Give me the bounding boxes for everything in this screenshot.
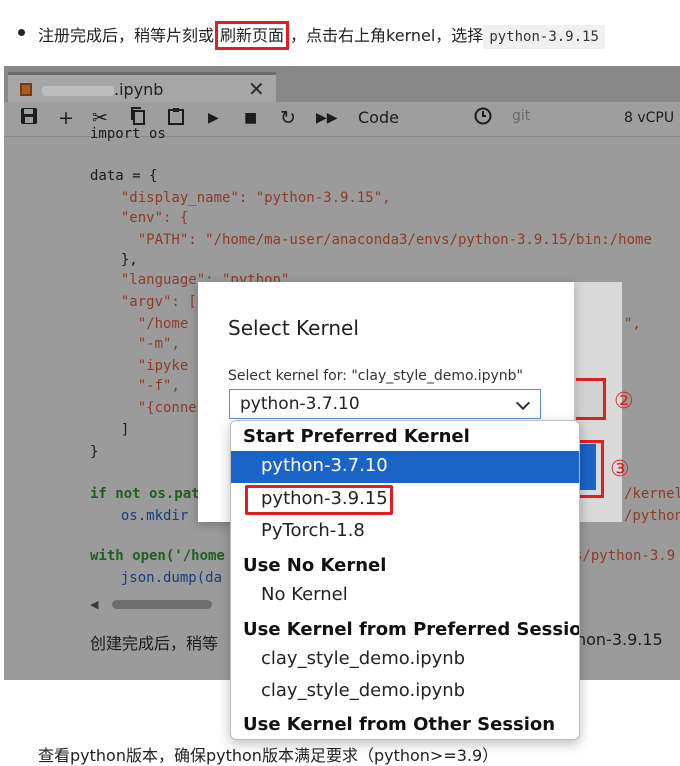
code-fragment: ",	[624, 316, 641, 332]
kernel-code: python-3.9.15	[483, 25, 605, 49]
bottom-instruction: 查看python版本，确保python版本满足要求（python>=3.9）	[38, 746, 499, 765]
code-line: "ipyke	[104, 358, 189, 374]
notebook-icon	[20, 83, 32, 96]
code-fragment: /python-	[624, 508, 680, 524]
git-label[interactable]: git	[512, 108, 530, 124]
caption-text: 创建完成后，稍等	[90, 634, 219, 653]
code-line: data = {	[90, 168, 158, 184]
caption-text-right: hon-3.9.15	[576, 630, 663, 649]
tab-title: .ipynb	[114, 80, 164, 99]
code-line: import os	[90, 126, 166, 142]
code-line: "env": {	[104, 210, 189, 226]
instruction-line: 注册完成后，稍等片刻或 刷新页面 ，点击右上角kernel，选择 python-3.9…	[0, 14, 680, 54]
scrollbar-thumb[interactable]	[112, 600, 212, 609]
dialog-label: Select kernel for: "clay_style_demo.ipyn…	[228, 368, 523, 384]
annotation-3: ③	[610, 457, 630, 482]
code-line: "display_name": "python-3.9.15",	[104, 190, 391, 206]
code-line: with open('/home	[90, 548, 225, 564]
option-session-1[interactable]: clay_style_demo.ipynb	[231, 644, 579, 676]
instruction-part-2: ，点击右上角kernel，选择	[290, 26, 484, 45]
run-icon[interactable]: ▶	[208, 107, 219, 129]
code-line: if not os.pat	[90, 486, 200, 502]
scroll-left-icon[interactable]: ◀	[90, 598, 98, 611]
code-line: "{conne	[104, 400, 197, 416]
option-label: clay_style_demo.ipynb	[261, 648, 466, 669]
annotation-box-2	[576, 378, 606, 420]
blurred-filename	[42, 86, 114, 96]
refresh-highlight: 刷新页面	[215, 21, 290, 50]
option-label: python-3.7.10	[261, 455, 388, 476]
option-session-2[interactable]: clay_style_demo.ipynb	[231, 676, 579, 708]
stop-icon[interactable]: ■	[244, 107, 257, 129]
notebook-tab[interactable]: .ipynb ✕	[8, 72, 276, 102]
code-line: "/home	[104, 316, 189, 332]
code-line: "PATH": "/home/ma-user/anaconda3/envs/py…	[104, 232, 652, 248]
instruction-part-1: 注册完成后，稍等片刻或	[38, 26, 215, 45]
kernel-select-value: python-3.7.10	[240, 394, 360, 414]
code-line: "-m",	[104, 336, 180, 352]
annotation-highlight-box	[245, 485, 393, 515]
option-label: PyTorch-1.8	[261, 520, 365, 541]
option-python-3-7-10[interactable]: python-3.7.10	[231, 451, 579, 483]
chevron-down-icon	[515, 395, 531, 411]
bullet-dot	[18, 29, 25, 36]
restart-icon[interactable]: ↻	[280, 107, 296, 129]
cell-type-select[interactable]: Code	[358, 108, 399, 127]
add-cell-icon[interactable]: +	[58, 107, 74, 129]
annotation-2: ②	[614, 389, 634, 414]
code-line: "-f",	[104, 378, 180, 394]
tab-bar: .ipynb ✕	[4, 66, 680, 102]
kernel-dropdown: Start Preferred Kernel python-3.7.10 pyt…	[230, 420, 580, 740]
group-label: Use Kernel from Preferred Session	[243, 619, 580, 640]
paste-icon[interactable]	[168, 107, 184, 130]
code-line: }	[90, 444, 99, 460]
code-line: json.dump(da	[104, 570, 223, 586]
group-label: Start Preferred Kernel	[243, 426, 470, 447]
code-line: "argv": [	[104, 294, 197, 310]
instruction-text: 注册完成后，稍等片刻或 刷新页面 ，点击右上角kernel，选择 python-3.9…	[38, 21, 605, 50]
resource-label[interactable]: 8 vCPU	[624, 110, 674, 126]
group-label: Use Kernel from Other Session	[243, 714, 556, 735]
save-icon[interactable]	[20, 107, 38, 130]
option-label: No Kernel	[261, 584, 348, 605]
code-line: },	[104, 252, 138, 268]
group-label: Use No Kernel	[243, 555, 387, 576]
code-fragment: s/python-3.9	[574, 548, 676, 564]
clock-icon[interactable]	[474, 107, 492, 130]
option-no-kernel[interactable]: No Kernel	[231, 580, 579, 612]
close-icon[interactable]: ✕	[248, 77, 265, 101]
dialog-title: Select Kernel	[228, 316, 359, 340]
option-label: clay_style_demo.ipynb	[261, 680, 466, 701]
code-fragment: /kernel	[624, 486, 680, 502]
code-line: os.mkdir	[104, 508, 189, 524]
code-line: ]	[104, 422, 130, 438]
option-pytorch-1-8[interactable]: PyTorch-1.8	[231, 516, 579, 548]
kernel-select[interactable]: python-3.7.10	[229, 389, 541, 419]
fast-forward-icon[interactable]: ▶▶	[316, 107, 338, 129]
